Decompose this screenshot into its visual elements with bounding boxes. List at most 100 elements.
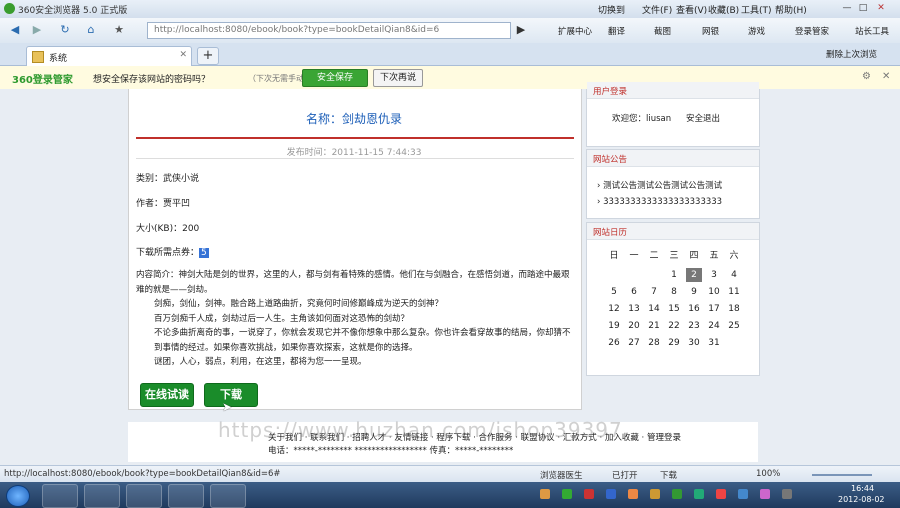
later-button[interactable]: 下次再说	[373, 69, 423, 87]
menu-view[interactable]: 查看(V)	[676, 3, 707, 16]
user-login-title: 用户登录	[593, 87, 628, 97]
calendar-day[interactable]: 7	[644, 287, 664, 297]
calendar-day[interactable]: 21	[644, 321, 664, 331]
taskbar-date[interactable]: 2012-08-02	[838, 495, 885, 504]
calendar-day[interactable]: 16	[684, 304, 704, 314]
calendar-day[interactable]: 5	[604, 287, 624, 297]
calendar-day[interactable]: 11	[724, 287, 744, 297]
tray-icon[interactable]	[650, 489, 660, 499]
calendar-day[interactable]: 9	[684, 287, 704, 297]
tray-icon[interactable]	[782, 489, 792, 499]
calendar-day[interactable]: 18	[724, 304, 744, 314]
calendar-day[interactable]: 23	[684, 321, 704, 331]
tray-icon[interactable]	[628, 489, 638, 499]
notice-item[interactable]: › 测试公告测试公告测试公告测试	[597, 179, 722, 191]
opened-status[interactable]: 已打开	[612, 469, 638, 481]
calendar-day[interactable]: 6	[624, 287, 644, 297]
taskbar-time[interactable]: 16:44	[851, 484, 874, 493]
menu-switch[interactable]: 切换到	[598, 3, 625, 16]
book-author: 作者：贾平凹	[136, 199, 191, 209]
tray-icon[interactable]	[562, 489, 572, 499]
menu-tools[interactable]: 工具(T)	[741, 3, 772, 16]
forward-arrow-icon[interactable]: ▶	[28, 22, 46, 38]
calendar-day[interactable]: 10	[704, 287, 724, 297]
zoom-slider[interactable]	[812, 474, 872, 476]
home-icon[interactable]: ⌂	[82, 22, 100, 38]
safe-save-button[interactable]: 安全保存	[302, 69, 368, 87]
calendar-day[interactable]: 31	[704, 338, 724, 348]
calendar-day[interactable]: 4	[724, 270, 744, 280]
calendar-day[interactable]: 20	[624, 321, 644, 331]
close-window-icon[interactable]: ✕	[874, 2, 888, 14]
menu-help[interactable]: 帮助(H)	[775, 3, 807, 16]
toolbar-extensions[interactable]: 扩展中心	[558, 25, 592, 37]
footer-contact: 电话：*****-******** ***************** 传真：*…	[268, 446, 514, 456]
tray-icon[interactable]	[584, 489, 594, 499]
logout-link[interactable]: 安全退出	[686, 112, 720, 124]
toolbar-webmaster[interactable]: 站长工具	[855, 25, 889, 37]
book-title: 名称：剑劫恩仇录	[305, 112, 402, 126]
calendar-day[interactable]: 12	[604, 304, 624, 314]
toolbar-translate[interactable]: 翻译	[608, 25, 625, 37]
read-online-button[interactable]: 在线试读	[140, 383, 194, 407]
refresh-icon[interactable]: ↻	[56, 22, 74, 38]
menu-file[interactable]: 文件(F)	[642, 3, 672, 16]
close-bar-icon[interactable]: ✕	[882, 71, 890, 82]
calendar-day[interactable]: 27	[624, 338, 644, 348]
calendar-day[interactable]: 26	[604, 338, 624, 348]
maximize-icon[interactable]: □	[856, 2, 870, 14]
download-status[interactable]: 下载	[660, 469, 677, 481]
taskbar-ie-icon[interactable]	[84, 484, 120, 508]
zoom-level[interactable]: 100%	[756, 469, 780, 479]
tray-icon[interactable]	[716, 489, 726, 499]
toolbar-bank[interactable]: 网银	[702, 25, 719, 37]
calendar-day[interactable]: 14	[644, 304, 664, 314]
star-icon[interactable]: ★	[110, 22, 128, 38]
calendar-day[interactable]: 24	[704, 321, 724, 331]
calendar-day[interactable]: 2	[686, 268, 702, 282]
taskbar-360-icon[interactable]	[42, 484, 78, 508]
taskbar-app-icon[interactable]	[126, 484, 162, 508]
tray-icon[interactable]	[606, 489, 616, 499]
taskbar-eclipse-icon[interactable]	[168, 484, 204, 508]
settings-gear-icon[interactable]: ⚙	[862, 71, 871, 82]
delete-history-link[interactable]: 删除上次浏览	[826, 48, 877, 60]
calendar-day[interactable]: 17	[704, 304, 724, 314]
tray-icon[interactable]	[672, 489, 682, 499]
back-arrow-icon[interactable]: ◀	[6, 22, 24, 38]
taskbar-folder-icon[interactable]	[210, 484, 246, 508]
url-text: http://localhost:8080/ebook/book?type=bo…	[154, 25, 440, 35]
calendar-day[interactable]: 3	[704, 270, 724, 280]
calendar-day[interactable]: 29	[664, 338, 684, 348]
close-tab-icon[interactable]: ✕	[179, 50, 187, 60]
tray-icon[interactable]	[540, 489, 550, 499]
calendar-day[interactable]: 19	[604, 321, 624, 331]
toolbar-games[interactable]: 游戏	[748, 25, 765, 37]
menu-favorites[interactable]: 收藏(B)	[708, 3, 739, 16]
book-description: 内容简介：神剑大陆是剑的世界，这里的人，都与剑有着特殊的感情。他们在与剑融合，在…	[136, 268, 574, 370]
toolbar-screenshot[interactable]: 截图	[654, 25, 671, 37]
new-tab-button[interactable]: +	[197, 47, 219, 65]
calendar-day[interactable]: 8	[664, 287, 684, 297]
tray-icon[interactable]	[760, 489, 770, 499]
calendar-day[interactable]: 25	[724, 321, 744, 331]
calendar-day[interactable]: 13	[624, 304, 644, 314]
toolbar-login-manager[interactable]: 登录管家	[795, 25, 829, 37]
notice-item[interactable]: › 3333333333333333333333	[597, 197, 722, 207]
calendar-day[interactable]: 30	[684, 338, 704, 348]
go-icon[interactable]: ▶	[512, 22, 530, 38]
desc-line: 谜团，人心，弱点，利用，在这里，都将为您一一呈现。	[154, 357, 367, 367]
calendar-day[interactable]: 22	[664, 321, 684, 331]
calendar-day[interactable]: 15	[664, 304, 684, 314]
url-input[interactable]: http://localhost:8080/ebook/book?type=bo…	[147, 22, 511, 39]
tray-icon[interactable]	[694, 489, 704, 499]
calendar-day[interactable]: 1	[664, 270, 684, 280]
desc-line: 内容简介：神剑大陆是剑的世界，这里的人，都与剑有着特殊的感情。他们在与剑融合，在…	[136, 270, 570, 295]
tab-system[interactable]: 系统 ✕	[26, 46, 192, 66]
browser-doctor[interactable]: 浏览器医生	[540, 469, 583, 481]
start-button-icon[interactable]	[6, 485, 30, 507]
calendar-day[interactable]: 28	[644, 338, 664, 348]
tray-icon[interactable]	[738, 489, 748, 499]
save-password-question: 想安全保存该网站的密码吗？	[93, 75, 211, 85]
minimize-icon[interactable]: —	[840, 2, 854, 14]
